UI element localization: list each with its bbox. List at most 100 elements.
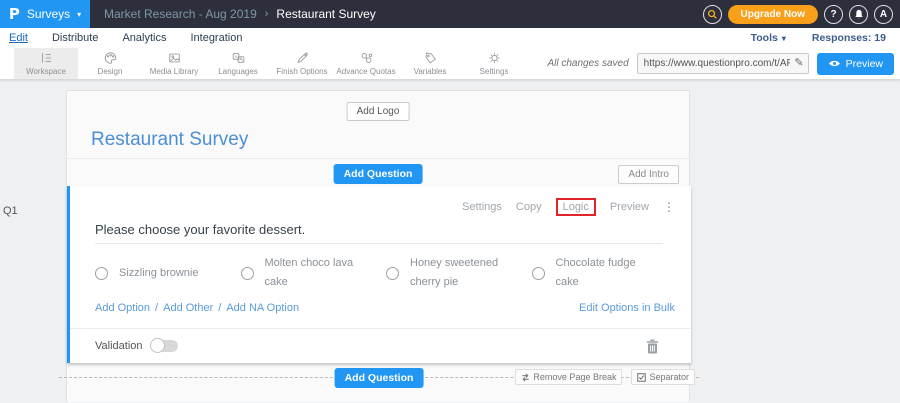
validation-row: Validation xyxy=(70,328,691,363)
link-separator: / xyxy=(155,302,158,314)
breadcrumb-folder[interactable]: Market Research - Aug 2019 xyxy=(104,7,257,21)
swap-arrows-icon xyxy=(521,373,530,382)
toolbar-right: All changes saved ✎ Preview xyxy=(547,48,894,79)
tools-label: Tools xyxy=(751,32,778,44)
responses-count[interactable]: Responses: 19 xyxy=(812,32,886,44)
surveys-menu-label: Surveys xyxy=(27,7,70,21)
menu-right: Tools ▾ Responses: 19 xyxy=(751,32,886,44)
separator-toggle-button[interactable]: Separator xyxy=(631,369,695,385)
preview-label: Preview xyxy=(846,58,883,70)
question-text-underline xyxy=(95,243,663,244)
search-icon xyxy=(707,9,718,20)
upgrade-now-button[interactable]: Upgrade Now xyxy=(728,5,818,24)
help-button[interactable]: ? xyxy=(824,5,843,24)
tab-languages[interactable]: xA Languages xyxy=(206,48,270,79)
gear-icon xyxy=(487,51,502,65)
page-break-strip: Add Question Remove Page Break Separator xyxy=(67,363,691,403)
tab-workspace[interactable]: Workspace xyxy=(14,48,78,79)
option-honey-sweetened-cherry-pie[interactable]: Honey sweetened cherry pie xyxy=(386,254,532,293)
save-status: All changes saved xyxy=(547,58,628,69)
menu-analytics[interactable]: Analytics xyxy=(122,32,166,44)
main-menu-bar: Edit Distribute Analytics Integration To… xyxy=(0,28,900,48)
option-molten-choco-lava-cake[interactable]: Molten choco lava cake xyxy=(241,254,387,293)
workspace-icon xyxy=(39,51,54,65)
add-other-link[interactable]: Add Other xyxy=(163,302,213,314)
breadcrumb-separator-icon: › xyxy=(265,8,269,20)
delete-question-button[interactable] xyxy=(646,339,659,359)
tab-settings[interactable]: Settings xyxy=(462,48,526,79)
page-break-controls: Remove Page Break Separator xyxy=(515,369,695,385)
add-question-button-bottom[interactable]: Add Question xyxy=(335,368,424,388)
survey-url-input[interactable] xyxy=(637,53,809,74)
validation-label: Validation xyxy=(95,340,143,352)
chevron-down-icon: ▾ xyxy=(77,10,81,19)
topbar-actions: Upgrade Now ? A xyxy=(703,5,893,24)
breadcrumb-current: Restaurant Survey xyxy=(276,7,375,21)
account-avatar[interactable]: A xyxy=(874,5,893,24)
add-logo-button[interactable]: Add Logo xyxy=(347,102,410,121)
survey-card: Add Logo Restaurant Survey Add Question … xyxy=(66,90,690,402)
radio-icon[interactable] xyxy=(386,267,399,280)
chevron-down-icon: ▾ xyxy=(782,34,786,43)
option-sizzling-brownie[interactable]: Sizzling brownie xyxy=(95,254,241,293)
option-chocolate-fudge-cake[interactable]: Chocolate fudge cake xyxy=(532,254,678,293)
tab-design[interactable]: Design xyxy=(78,48,142,79)
trash-icon xyxy=(646,339,659,354)
add-option-link[interactable]: Add Option xyxy=(95,302,150,314)
eye-icon xyxy=(828,59,841,68)
notifications-button[interactable] xyxy=(849,5,868,24)
toolbar-tabs: Workspace Design Media Library xA Langua… xyxy=(14,48,526,79)
question-logic-link[interactable]: Logic xyxy=(563,201,589,213)
question-preview-link[interactable]: Preview xyxy=(610,201,649,213)
pen-icon xyxy=(295,51,310,65)
validation-toggle[interactable] xyxy=(151,340,178,352)
bell-icon xyxy=(854,9,864,20)
radio-icon[interactable] xyxy=(532,267,545,280)
preview-button[interactable]: Preview xyxy=(817,53,894,75)
editor-toolbar: Workspace Design Media Library xA Langua… xyxy=(0,48,900,80)
checked-checkbox-icon xyxy=(637,373,646,382)
menu-distribute[interactable]: Distribute xyxy=(52,32,98,44)
menu-edit[interactable]: Edit xyxy=(9,32,28,44)
radio-icon[interactable] xyxy=(241,267,254,280)
tab-variables[interactable]: Variables xyxy=(398,48,462,79)
add-na-option-link[interactable]: Add NA Option xyxy=(226,302,299,314)
remove-page-break-button[interactable]: Remove Page Break xyxy=(515,369,622,385)
survey-title[interactable]: Restaurant Survey xyxy=(91,129,248,151)
radio-icon[interactable] xyxy=(95,267,108,280)
search-button[interactable] xyxy=(703,5,722,24)
edit-url-icon[interactable]: ✎ xyxy=(794,56,803,69)
tab-advance-quotas[interactable]: Advance Quotas xyxy=(334,48,398,79)
question-settings-link[interactable]: Settings xyxy=(462,201,502,213)
more-options-icon[interactable]: ⋮ xyxy=(663,200,675,214)
top-bar: P Surveys ▾ Market Research - Aug 2019 ›… xyxy=(0,0,900,28)
tools-dropdown[interactable]: Tools ▾ xyxy=(751,32,786,44)
palette-icon xyxy=(103,51,118,65)
edit-options-in-bulk-link[interactable]: Edit Options in Bulk xyxy=(579,302,675,314)
breadcrumb: Market Research - Aug 2019 › Restaurant … xyxy=(104,7,376,21)
image-icon xyxy=(167,51,182,65)
questionpro-logo: P xyxy=(9,5,20,23)
tag-icon xyxy=(423,51,438,65)
add-question-button-top[interactable]: Add Question xyxy=(334,164,423,184)
question-actions: Settings Copy Logic Preview ⋮ xyxy=(462,198,675,216)
svg-text:x: x xyxy=(234,55,237,60)
questionpro-survey-editor: P Surveys ▾ Market Research - Aug 2019 ›… xyxy=(0,0,900,402)
link-separator: / xyxy=(218,302,221,314)
add-intro-button[interactable]: Add Intro xyxy=(618,165,679,184)
survey-url-wrap: ✎ xyxy=(637,53,809,74)
tab-media-library[interactable]: Media Library xyxy=(142,48,206,79)
question-text[interactable]: Please choose your favorite dessert. xyxy=(95,222,305,237)
header-divider xyxy=(67,158,689,159)
question-number-label: Q1 xyxy=(3,205,18,217)
logic-highlight-annotation: Logic xyxy=(556,198,596,216)
toggle-knob xyxy=(150,338,165,353)
question-block-q1: Settings Copy Logic Preview ⋮ Please cho… xyxy=(67,186,691,363)
menu-integration[interactable]: Integration xyxy=(190,32,242,44)
tab-finish-options[interactable]: Finish Options xyxy=(270,48,334,79)
surveys-menu[interactable]: P Surveys ▾ xyxy=(0,0,90,28)
translate-icon: xA xyxy=(231,51,246,65)
option-links: Add Option / Add Other / Add NA Option xyxy=(95,302,299,314)
quota-links-icon xyxy=(359,51,374,65)
question-copy-link[interactable]: Copy xyxy=(516,201,542,213)
